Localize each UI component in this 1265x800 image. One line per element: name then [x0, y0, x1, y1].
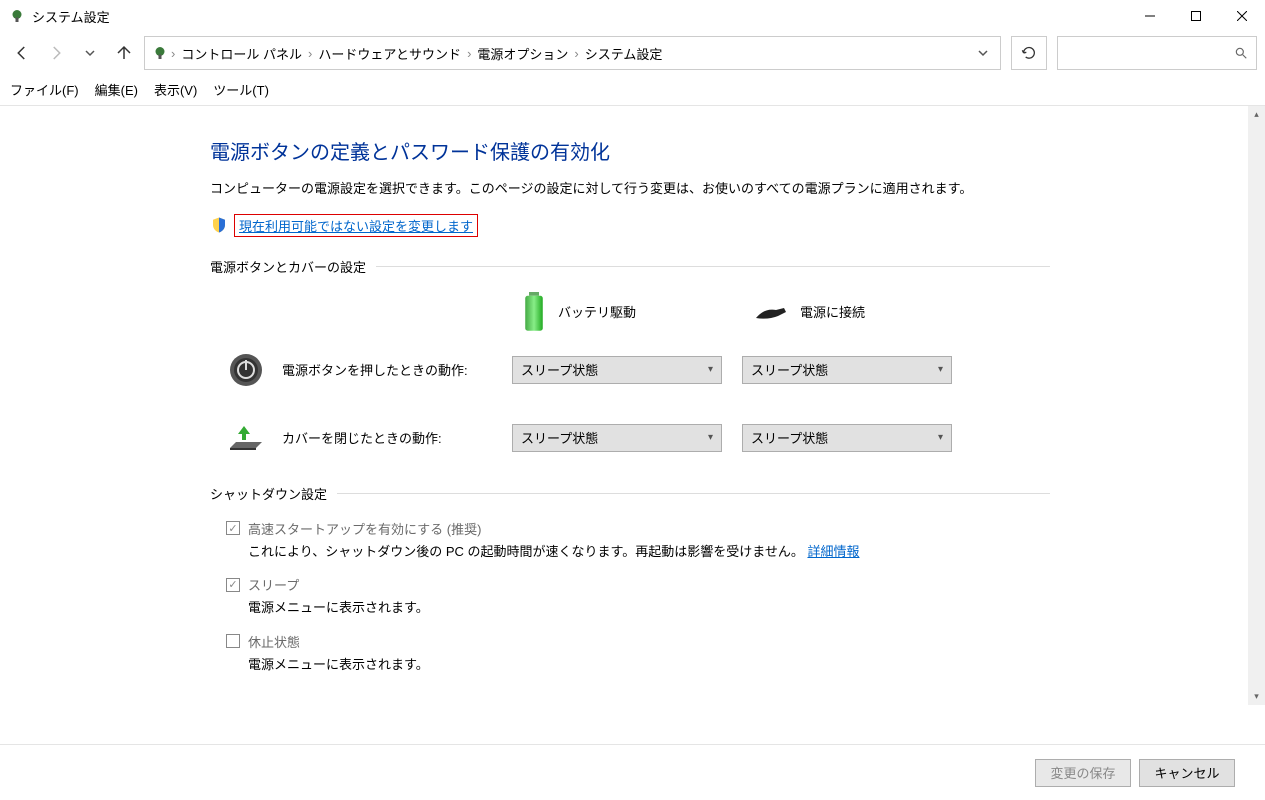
recent-dropdown-icon[interactable] — [76, 39, 104, 67]
scroll-down-icon[interactable]: ▾ — [1248, 688, 1265, 705]
footer: 変更の保存 キャンセル — [0, 744, 1265, 800]
titlebar: システム設定 — [0, 0, 1265, 32]
page-title: 電源ボタンの定義とパスワード保護の有効化 — [210, 136, 1050, 165]
scroll-up-icon[interactable]: ▴ — [1248, 106, 1265, 123]
lid-close-plugged-dropdown[interactable]: スリープ状態▾ — [742, 424, 952, 452]
close-button[interactable] — [1219, 0, 1265, 32]
menu-file[interactable]: ファイル(F) — [10, 80, 79, 99]
lid-close-battery-dropdown[interactable]: スリープ状態▾ — [512, 424, 722, 452]
shutdown-item-sleep: ✓ スリープ 電源メニューに表示されます。 — [226, 575, 1050, 618]
power-button-icon — [224, 348, 268, 392]
checkbox-sleep[interactable]: ✓ — [226, 578, 240, 592]
checkbox-description: 電源メニューに表示されます。 — [248, 598, 1050, 618]
section-header-shutdown: シャットダウン設定 — [210, 484, 1050, 503]
shutdown-item-fast-startup: ✓ 高速スタートアップを有効にする (推奨) これにより、シャットダウン後の P… — [226, 519, 1050, 562]
chevron-right-icon: › — [306, 46, 314, 61]
chevron-down-icon: ▾ — [708, 432, 713, 443]
breadcrumb-item[interactable]: 電源オプション — [473, 44, 572, 63]
minimize-button[interactable] — [1127, 0, 1173, 32]
chevron-down-icon: ▾ — [708, 364, 713, 375]
search-icon — [1234, 46, 1248, 60]
chevron-down-icon: ▾ — [938, 364, 943, 375]
more-info-link[interactable]: 詳細情報 — [807, 544, 859, 559]
chevron-right-icon: › — [572, 46, 580, 61]
shield-icon — [210, 216, 228, 234]
chevron-down-icon: ▾ — [938, 432, 943, 443]
checkbox-hibernate[interactable] — [226, 634, 240, 648]
navbar: › コントロール パネル › ハードウェアとサウンド › 電源オプション › シ… — [0, 32, 1265, 74]
menu-tools[interactable]: ツール(T) — [213, 80, 269, 99]
column-headers: バッテリ駆動 電源に接続 — [520, 292, 1050, 332]
checkbox-label: スリープ — [248, 575, 299, 594]
maximize-button[interactable] — [1173, 0, 1219, 32]
setting-row-lid-close: カバーを閉じたときの動作: スリープ状態▾ スリープ状態▾ — [210, 416, 1050, 460]
lid-close-icon — [224, 416, 268, 460]
cancel-button[interactable]: キャンセル — [1139, 759, 1235, 787]
checkbox-description: 電源メニューに表示されます。 — [248, 655, 1050, 675]
main-panel: 電源ボタンの定義とパスワード保護の有効化 コンピューターの電源設定を選択できます… — [0, 106, 1100, 705]
checkbox-description: これにより、シャットダウン後の PC の起動時間が速くなります。再起動は影響を受… — [248, 542, 1050, 562]
addressbar[interactable]: › コントロール パネル › ハードウェアとサウンド › 電源オプション › シ… — [144, 36, 1001, 70]
forward-button[interactable] — [42, 39, 70, 67]
page-description: コンピューターの電源設定を選択できます。このページの設定に対して行う変更は、お使… — [210, 179, 1050, 200]
setting-row-power-button: 電源ボタンを押したときの動作: スリープ状態▾ スリープ状態▾ — [210, 348, 1050, 392]
menu-view[interactable]: 表示(V) — [154, 80, 197, 99]
shutdown-item-hibernate: 休止状態 電源メニューに表示されます。 — [226, 632, 1050, 675]
vertical-scrollbar[interactable]: ▴ ▾ — [1248, 106, 1265, 705]
col-header-battery: バッテリ駆動 — [520, 292, 750, 332]
address-dropdown-icon[interactable] — [972, 46, 994, 61]
checkbox-label: 高速スタートアップを有効にする (推奨) — [248, 519, 481, 538]
save-button[interactable]: 変更の保存 — [1035, 759, 1131, 787]
admin-link-row: 現在利用可能ではない設定を変更します — [210, 214, 1050, 237]
window-title: システム設定 — [32, 7, 110, 26]
scroll-track[interactable] — [1248, 123, 1265, 688]
app-icon — [8, 7, 26, 25]
refresh-button[interactable] — [1011, 36, 1047, 70]
col-header-plugged: 電源に接続 — [750, 292, 980, 332]
chevron-right-icon: › — [169, 46, 177, 61]
checkbox-fast-startup[interactable]: ✓ — [226, 521, 240, 535]
content-area: 電源ボタンの定義とパスワード保護の有効化 コンピューターの電源設定を選択できます… — [0, 105, 1265, 705]
back-button[interactable] — [8, 39, 36, 67]
power-button-battery-dropdown[interactable]: スリープ状態▾ — [512, 356, 722, 384]
menu-edit[interactable]: 編集(E) — [95, 80, 138, 99]
setting-label: カバーを閉じたときの動作: — [282, 428, 512, 447]
section-header-buttons: 電源ボタンとカバーの設定 — [210, 257, 1050, 276]
breadcrumb-item[interactable]: システム設定 — [581, 44, 667, 63]
battery-icon — [520, 292, 548, 332]
menubar: ファイル(F) 編集(E) 表示(V) ツール(T) — [0, 74, 1265, 105]
breadcrumb-item[interactable]: コントロール パネル — [177, 44, 306, 63]
breadcrumb-item[interactable]: ハードウェアとサウンド — [314, 44, 465, 63]
checkbox-label: 休止状態 — [248, 632, 300, 651]
control-panel-icon — [151, 44, 169, 62]
plug-icon — [750, 300, 790, 324]
search-input[interactable] — [1057, 36, 1257, 70]
change-unavailable-settings-link[interactable]: 現在利用可能ではない設定を変更します — [234, 214, 478, 237]
chevron-right-icon: › — [465, 46, 473, 61]
up-button[interactable] — [110, 39, 138, 67]
setting-label: 電源ボタンを押したときの動作: — [282, 360, 512, 379]
power-button-plugged-dropdown[interactable]: スリープ状態▾ — [742, 356, 952, 384]
